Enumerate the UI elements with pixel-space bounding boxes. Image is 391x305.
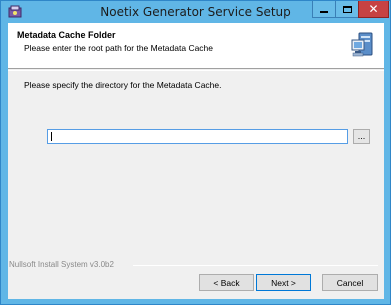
maximize-button[interactable]	[335, 1, 358, 18]
close-button[interactable]: ✕	[358, 1, 389, 18]
computer-icon	[351, 32, 373, 57]
title-bar[interactable]: Noetix Generator Service Setup ✕	[1, 1, 390, 23]
text-caret	[51, 132, 52, 141]
back-button[interactable]: < Back	[199, 274, 254, 291]
page-subtitle: Please enter the root path for the Metad…	[24, 43, 214, 53]
directory-prompt: Please specify the directory for the Met…	[24, 80, 222, 90]
minimize-button[interactable]	[312, 1, 335, 18]
cancel-button[interactable]: Cancel	[322, 274, 378, 291]
page-title: Metadata Cache Folder	[17, 30, 116, 40]
minimize-icon	[320, 11, 328, 13]
next-button[interactable]: Next >	[256, 274, 311, 291]
header-divider	[8, 70, 384, 71]
footer-divider	[133, 265, 378, 266]
installer-branding: Nullsoft Install System v3.0b2	[9, 260, 114, 269]
maximize-icon	[342, 5, 352, 13]
dialog-client-area: Metadata Cache Folder Please enter the r…	[8, 23, 384, 299]
page-header: Metadata Cache Folder Please enter the r…	[8, 23, 384, 69]
close-icon: ✕	[368, 2, 379, 16]
browse-button[interactable]: ...	[353, 129, 370, 144]
directory-input[interactable]	[47, 129, 348, 144]
installer-window: Noetix Generator Service Setup ✕ Metadat…	[0, 0, 391, 305]
